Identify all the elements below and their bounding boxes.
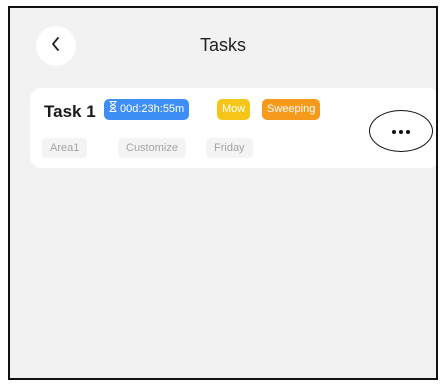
hourglass-icon bbox=[109, 99, 117, 120]
app-screen: Tasks Task 1 00d:23h:55m Mow Sweeping Ar… bbox=[8, 6, 438, 380]
more-options-button[interactable] bbox=[369, 110, 433, 152]
timer-badge: 00d:23h:55m bbox=[104, 99, 190, 120]
mow-tag: Mow bbox=[217, 99, 251, 120]
task-name: Task 1 bbox=[44, 102, 96, 121]
more-dots-icon bbox=[391, 122, 411, 140]
day-label: Friday bbox=[206, 138, 253, 158]
timer-text: 00d:23h:55m bbox=[120, 103, 185, 115]
task-card[interactable]: Task 1 00d:23h:55m Mow Sweeping Area1 Cu… bbox=[30, 88, 436, 168]
sweeping-tag: Sweeping bbox=[262, 99, 321, 120]
mode-label: Customize bbox=[118, 138, 186, 158]
area-label: Area1 bbox=[42, 138, 88, 158]
page-title: Tasks bbox=[199, 35, 246, 55]
